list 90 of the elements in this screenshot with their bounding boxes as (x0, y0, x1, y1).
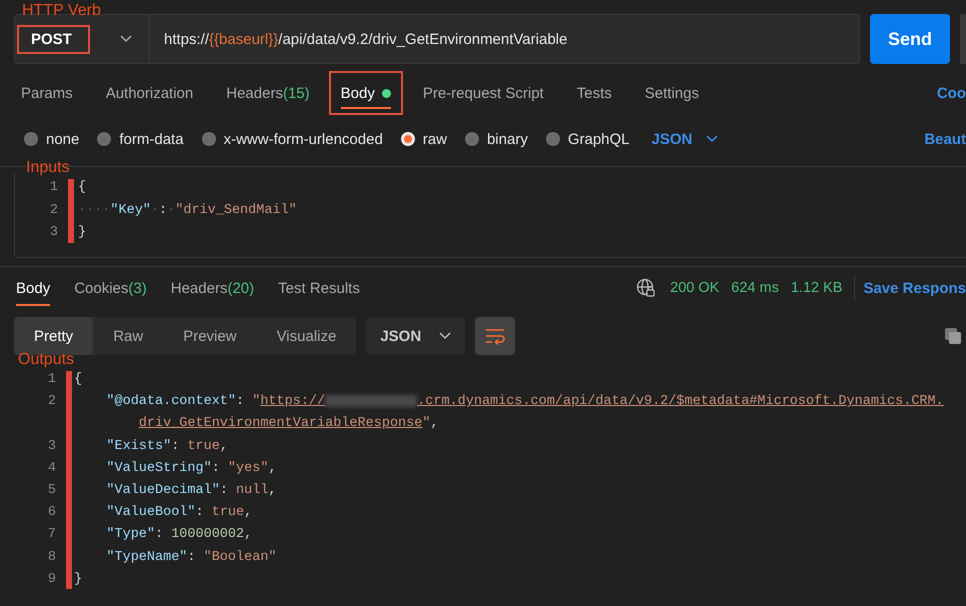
method-dropdown[interactable]: POST (14, 14, 149, 64)
line-number: 2 (50, 202, 58, 218)
json-string: "yes" (228, 460, 268, 476)
line-number: 6 (48, 505, 56, 520)
json-string: " (422, 416, 430, 432)
status-code: 200 OK (670, 280, 720, 296)
response-tab[interactable]: Body (14, 268, 52, 308)
code-punctuation: : (187, 550, 197, 564)
body-type-radio[interactable]: raw (400, 130, 447, 148)
code-punctuation: } (78, 225, 86, 240)
code-punctuation: { (78, 180, 86, 195)
code-punctuation: , (268, 460, 277, 476)
request-tab[interactable]: Headers(15) (224, 73, 312, 113)
line-number: 1 (50, 180, 58, 195)
response-tab[interactable]: Headers(20) (168, 268, 256, 308)
wrap-lines-icon (484, 327, 506, 345)
line-number: 8 (48, 550, 56, 564)
request-tab[interactable]: Body (328, 71, 403, 115)
code-punctuation: : (171, 438, 180, 454)
code-punctuation: : (220, 482, 229, 498)
response-size: 1.12 KB (790, 280, 842, 296)
wrap-lines-button[interactable] (475, 317, 516, 355)
body-type-radio[interactable]: binary (464, 130, 528, 148)
json-key: "Key" (110, 202, 151, 218)
code-punctuation: : (155, 527, 164, 542)
code-punctuation: : (196, 505, 205, 520)
request-body-editor[interactable]: 1 2 3 { ····"Key"·:·"driv_SendMail" } (14, 173, 966, 258)
body-type-radio[interactable]: none (24, 130, 80, 148)
json-key: "@odata.context" (106, 394, 236, 410)
code-punctuation: , (244, 505, 252, 520)
response-tab[interactable]: Cookies(3) (72, 268, 149, 308)
json-literal: null (236, 482, 268, 498)
json-string: "driv_SendMail" (175, 202, 297, 218)
response-time: 624 ms (731, 280, 779, 296)
request-tab[interactable]: Params (19, 73, 75, 113)
json-string: " (252, 394, 260, 410)
view-mode-tab[interactable]: Raw (93, 317, 164, 355)
code-punctuation: : (159, 202, 168, 218)
code-punctuation: , (430, 416, 439, 432)
chevron-down-icon (120, 35, 132, 43)
beautify-link[interactable]: Beaut (924, 130, 966, 148)
whitespace-marker: · (150, 202, 160, 218)
code-punctuation: , (268, 482, 277, 498)
code-punctuation: : (212, 460, 221, 476)
code-punctuation: , (244, 527, 252, 542)
whitespace-marker: ···· (78, 202, 110, 218)
chevron-down-icon (706, 135, 718, 143)
response-tab[interactable]: Test Results (276, 268, 362, 308)
format-dropdown[interactable]: JSON (652, 130, 718, 148)
json-key: "ValueBool" (106, 505, 196, 520)
view-mode-tab[interactable]: Visualize (256, 317, 356, 355)
json-key: "TypeName" (106, 550, 188, 564)
line-number: 2 (48, 394, 56, 410)
json-literal: true (212, 505, 244, 520)
globe-lock-icon (636, 278, 656, 298)
line-number: 4 (48, 460, 56, 476)
line-number: 3 (50, 225, 58, 240)
json-key: "Exists" (106, 438, 172, 454)
format-dropdown[interactable]: JSON (366, 317, 466, 355)
chevron-down-icon (439, 332, 452, 340)
request-tab[interactable]: Tests (574, 73, 614, 113)
json-number: 100000002 (171, 527, 244, 542)
save-response-button[interactable]: Save Respons (863, 280, 966, 296)
json-string: "Boolean" (204, 550, 277, 564)
whitespace-marker: · (167, 202, 176, 218)
body-type-radio[interactable]: form-data (97, 130, 184, 148)
line-number: 9 (48, 572, 56, 587)
request-tab[interactable]: Authorization (104, 73, 196, 113)
json-key: "ValueString" (106, 460, 212, 476)
request-tab[interactable]: Settings (642, 73, 701, 113)
code-punctuation: : (236, 394, 246, 410)
code-punctuation: , (220, 438, 228, 454)
body-type-radio[interactable]: GraphQL (546, 130, 630, 148)
line-number: 7 (48, 527, 56, 542)
copy-icon[interactable] (944, 327, 962, 345)
json-key: "ValueDecimal" (106, 482, 220, 498)
cookies-link[interactable]: Coo (936, 84, 966, 102)
line-number: 3 (48, 438, 56, 454)
highlight-bar (68, 179, 74, 243)
url-field[interactable]: https://{{baseurl}}/api/data/v9.2/driv_GetEnvironmentVariable (149, 14, 860, 64)
body-type-radio[interactable]: x-www-form-urlencoded (202, 130, 383, 148)
request-tab[interactable]: Pre-request Script (420, 73, 546, 113)
line-number: 5 (48, 482, 56, 498)
code-punctuation: } (74, 572, 82, 587)
code-punctuation: { (74, 372, 82, 387)
json-key: "Type" (106, 527, 155, 542)
line-number: 1 (48, 372, 56, 387)
json-literal: true (187, 438, 220, 454)
send-button[interactable]: Send (870, 14, 950, 64)
view-mode-tab[interactable]: Preview (163, 317, 257, 355)
